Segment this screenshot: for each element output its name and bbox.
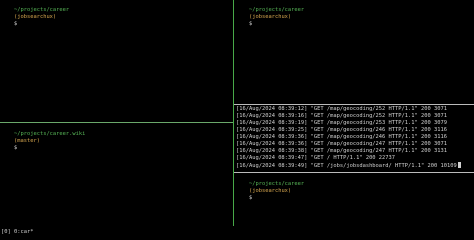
log-line: [16/Aug/2024 08:39:19] "GET /map/geocodi… xyxy=(236,120,447,126)
pane-divider-right-lower[interactable] xyxy=(234,172,474,173)
log-line: [16/Aug/2024 08:39:16] "GET /map/geocodi… xyxy=(236,113,447,119)
pane-divider-right-upper[interactable] xyxy=(234,104,474,105)
prompt-path: ~/projects/career xyxy=(248,7,305,13)
log-line: [16/Aug/2024 08:39:36] "GET /map/geocodi… xyxy=(236,141,447,147)
tmux-status-bar: [0] 0:car* xyxy=(0,226,474,240)
prompt-symbol: $ xyxy=(13,21,18,27)
pane-top-left[interactable]: ~/projects/career (jobsearchux) $ xyxy=(0,0,233,122)
pane-bottom-right[interactable]: ~/projects/career (jobsearchux) $ xyxy=(235,174,474,226)
pane-server-log[interactable]: [16/Aug/2024 08:39:12] "GET /map/geocodi… xyxy=(235,106,474,172)
terminal-cursor xyxy=(457,162,461,168)
pane-top-right[interactable]: ~/projects/career (jobsearchux) $ xyxy=(235,0,474,104)
log-line: [16/Aug/2024 08:39:36] "GET /map/geocodi… xyxy=(236,134,447,140)
prompt-path: ~/projects/career xyxy=(13,7,70,13)
prompt-symbol: $ xyxy=(248,195,253,201)
shell-prompt: ~/projects/career (jobsearchux) $ xyxy=(235,0,474,27)
log-line: [16/Aug/2024 08:39:49] "GET /jobs/jobsda… xyxy=(235,162,474,169)
prompt-path: ~/projects/career xyxy=(248,181,305,187)
log-line: [16/Aug/2024 08:39:38] "GET /map/geocodi… xyxy=(236,148,447,154)
prompt-branch: (master) xyxy=(13,138,40,144)
pane-divider-vertical[interactable] xyxy=(233,0,234,226)
prompt-symbol: $ xyxy=(248,21,253,27)
window-list[interactable]: [0] 0:car* xyxy=(1,229,33,236)
shell-prompt: ~/projects/career (jobsearchux) $ xyxy=(0,0,233,27)
shell-prompt: ~/projects/career (jobsearchux) $ xyxy=(235,174,474,201)
pane-divider-left-horizontal[interactable] xyxy=(0,122,233,123)
prompt-symbol: $ xyxy=(13,145,18,151)
log-line: [16/Aug/2024 08:39:25] "GET /map/geocodi… xyxy=(236,127,447,133)
prompt-branch: (jobsearchux) xyxy=(248,14,292,20)
log-line: [16/Aug/2024 08:39:12] "GET /map/geocodi… xyxy=(236,106,447,112)
log-line: [16/Aug/2024 08:39:47] "GET / HTTP/1.1" … xyxy=(236,155,396,161)
prompt-branch: (jobsearchux) xyxy=(13,14,57,20)
shell-prompt: ~/projects/career.wiki (master) $ xyxy=(0,124,233,151)
pane-bottom-left[interactable]: ~/projects/career.wiki (master) $ xyxy=(0,124,233,226)
prompt-path: ~/projects/career.wiki xyxy=(13,131,86,137)
prompt-branch: (jobsearchux) xyxy=(248,188,292,194)
